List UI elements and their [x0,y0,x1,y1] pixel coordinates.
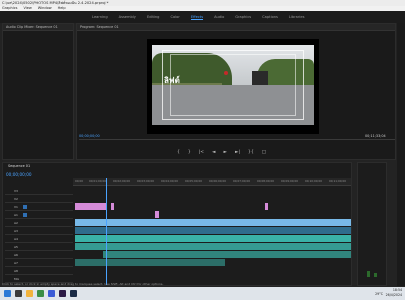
audio-clip-a5[interactable] [75,259,225,266]
video-clip[interactable] [111,203,114,210]
ruler-tick: 00;06;00;00 [209,179,227,183]
start-icon[interactable] [4,290,11,297]
track-headers: V3 V2 V1 A1 A2 A3 A4 A5 A6 A7 A8 Mix [5,187,73,285]
play-button[interactable]: ► [224,150,227,155]
track-target-toggle[interactable] [23,213,27,217]
workspace-editing[interactable]: Editing [147,15,160,19]
track-target-toggle[interactable] [23,205,27,209]
program-monitor: Program: Sequence 01 ลิฟต์ 00;00;00;00 0… [76,23,396,160]
export-frame-button[interactable]: □ [262,150,266,155]
go-to-out-button[interactable]: ►| [235,150,240,155]
status-bar: Click to select, or click in empty space… [2,282,164,286]
workspace-learning[interactable]: Learning [92,15,108,19]
program-duration: 00;11;33;04 [365,134,386,138]
workspace-captions[interactable]: Captions [262,15,278,19]
ruler-tick: 00;05;00;00 [185,179,203,183]
audio-clip-a4[interactable] [103,251,351,258]
video-clip-main[interactable] [75,219,351,226]
timeline-panel: Sequence 01 00;00;00;00 00;00 00;01;00;0… [2,162,352,286]
insert-button[interactable]: }{ [248,150,254,155]
mark-in-button[interactable]: { [177,150,180,155]
workspace-libraries[interactable]: Libraries [289,15,305,19]
windows-taskbar: 29°C 18:54 26/4/2024 [0,287,405,300]
right-panel-strip [397,23,405,286]
audio-meter [357,162,387,286]
title-safe-guide [170,54,296,116]
step-back-button[interactable]: ◄ [212,150,215,155]
chrome-icon[interactable] [37,290,44,297]
ruler-tick: 00;07;00;00 [233,179,251,183]
track-a1[interactable]: A1 [5,211,73,219]
audio-clip-a3[interactable] [75,243,351,250]
playhead[interactable] [106,178,107,285]
track-a3[interactable]: A3 [5,227,73,235]
ruler-tick: 00;11;00;00 [329,179,347,183]
mark-out-button[interactable]: } [188,150,191,155]
audio-mixer-title[interactable]: Audio Clip Mixer: Sequence 01 [3,24,73,31]
ruler-tick: 00;08;00;00 [257,179,275,183]
program-monitor-title[interactable]: Program: Sequence 01 [77,24,395,31]
track-v3[interactable]: V3 [5,187,73,195]
video-clip[interactable] [75,203,107,210]
track-v2[interactable]: V2 [5,195,73,203]
ruler-tick: 00;01;00;00 [89,179,107,183]
audio-mixer-panel: Audio Clip Mixer: Sequence 01 [2,23,74,160]
premiere-window: C:\ue\2024\0502\PHOTOS MP4\ลิฟต์ของฉัน 2… [0,0,405,300]
track-a6[interactable]: A6 [5,251,73,259]
video-clip[interactable] [265,203,268,210]
video-preview[interactable]: ลิฟต์ [147,39,319,134]
track-a2[interactable]: A2 [5,219,73,227]
track-a8[interactable]: A8 [5,267,73,275]
workspace-color[interactable]: Color [170,15,179,19]
ruler-tick: 00;00 [75,179,84,183]
timeline-ruler[interactable]: 00;00 00;01;00;00 00;02;00;00 00;03;00;0… [73,178,351,186]
track-a4[interactable]: A4 [5,235,73,243]
program-ruler[interactable] [79,139,395,142]
track-v1[interactable]: V1 [5,203,73,211]
photoshop-icon[interactable] [70,290,77,297]
audio-clip-a2[interactable] [75,235,351,242]
system-clock[interactable]: 18:54 26/4/2024 [386,288,402,298]
workspace-assembly[interactable]: Assembly [119,15,136,19]
sequence-timecode[interactable]: 00;00;00;00 [6,172,32,177]
folder-icon[interactable] [26,290,33,297]
ruler-tick: 00;04;00;00 [161,179,179,183]
search-icon[interactable] [15,290,22,297]
ruler-tick: 00;10;00;00 [305,179,323,183]
track-a5[interactable]: A5 [5,243,73,251]
transport-controls: { } |< ◄ ► ►| }{ □ [177,150,266,155]
ruler-tick: 00;02;00;00 [113,179,131,183]
workspace-bar: Learning Assembly Editing Color Effects … [0,11,405,23]
audio-clip-a1[interactable] [75,227,351,234]
weather-temp: 29°C [375,291,383,296]
store-icon[interactable] [48,290,55,297]
video-clip[interactable] [155,211,159,218]
track-a7[interactable]: A7 [5,259,73,267]
sequence-tab[interactable]: Sequence 01 [5,163,33,170]
program-timecode[interactable]: 00;00;00;00 [79,134,100,138]
video-frame: ลิฟต์ [152,45,314,125]
go-to-in-button[interactable]: |< [199,150,204,155]
premiere-icon[interactable] [59,290,66,297]
workspace-audio[interactable]: Audio [214,15,224,19]
ruler-tick: 00;03;00;00 [137,179,155,183]
workspace-effects[interactable]: Effects [190,15,204,20]
ruler-tick: 00;09;00;00 [281,179,299,183]
workspace-graphics[interactable]: Graphics [235,15,251,19]
